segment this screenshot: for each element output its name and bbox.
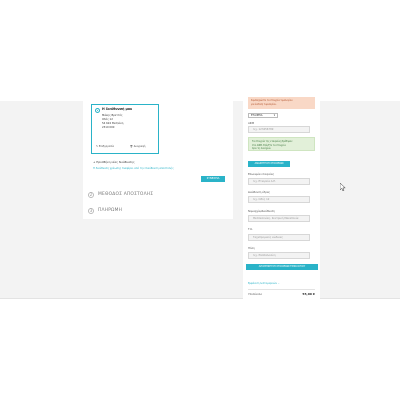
placeholder: π.χ. Εταιρεία Α.Ε.	[253, 180, 276, 183]
placeholder: π.χ. 123456789	[253, 128, 274, 131]
address-radio[interactable]	[95, 108, 100, 113]
address-line: Οδός 12	[102, 118, 113, 121]
address-title: Η διεύθυνσή μου	[102, 107, 133, 111]
show-details-link[interactable]: Εμφάνιση λεπτομερειών ⌄	[248, 282, 280, 285]
field-label: Πόλη	[248, 247, 255, 250]
chevron-down-icon: ⌄	[277, 282, 280, 285]
field-label: Επωνυμία εταιρείας	[248, 173, 275, 176]
subtotal-label: Υποσύνολο	[248, 293, 263, 296]
chevron-down-icon: ▾	[273, 114, 275, 117]
success-text: πριν τη συνέχεια.	[252, 147, 272, 150]
mouse-cursor-icon	[340, 183, 346, 191]
region-input[interactable]: Θεσσαλονίκη, Κεντρική Μακεδονία	[248, 215, 310, 222]
show-details-label: Εμφάνιση λεπτομερειών	[248, 282, 277, 285]
address-line: 54 624 Θεσ/νίκη	[102, 122, 124, 125]
address-line: Μάκης Βρεττός	[102, 114, 123, 117]
placeholder: π.χ. Οδός 12	[253, 198, 270, 201]
section-label: ΠΛΗΡΩΜΗ	[98, 208, 123, 213]
divider	[248, 289, 315, 290]
delete-label: Διαγραφή	[133, 145, 146, 148]
section-payment[interactable]: 3 ΠΛΗΡΩΜΗ	[88, 208, 218, 216]
placeholder: Ταχυδρομικός κώδικας	[253, 236, 284, 239]
field-label: Διεύθυνση έδρας	[248, 191, 271, 194]
address-actions: ✎ Επεξεργασία 🗑 Διαγραφή	[96, 145, 158, 149]
company-address-input[interactable]: π.χ. Οδός 12	[248, 196, 310, 203]
shipping-address-panel: Η διεύθυνσή μου Μάκης Βρεττός Οδός 12 54…	[83, 101, 233, 219]
add-new-address-link[interactable]: + Προσθήκη νέας διεύθυνσης	[93, 160, 135, 164]
company-name-input[interactable]: π.χ. Εταιρεία Α.Ε.	[248, 178, 310, 185]
document-type-select[interactable]: ΕΤΑΙΡΕΙΑ ▾	[248, 113, 278, 118]
placeholder: π.χ. Θεσσαλονίκη	[253, 254, 276, 257]
invoice-panel: Συμπληρώστε τα στοιχεία τιμολογίου για έ…	[243, 97, 320, 302]
city-input[interactable]: π.χ. Θεσσαλονίκη	[248, 252, 310, 259]
edit-address-link[interactable]: ✎ Επεξεργασία	[96, 145, 114, 148]
address-line: 2310 000	[102, 126, 115, 129]
save-invoice-button[interactable]: ΑΠΟΘΗΚΕΥΣΗ ΣΤΟΙΧΕΙΩΝ ΤΙΜΟΛΟΓΙΟΥ	[246, 264, 318, 270]
invoice-notice: Συμπληρώστε τα στοιχεία τιμολογίου για έ…	[248, 97, 315, 109]
edit-label: Επεξεργασία	[98, 145, 115, 148]
section-shipping-method[interactable]: 2 ΜΕΘΟΔΟΣ ΑΠΟΣΤΟΛΗΣ	[88, 192, 218, 200]
footer-divider	[0, 298, 400, 299]
afm-label: ΑΦΜ	[248, 122, 255, 125]
billing-address-link[interactable]: Η διεύθυνση χρέωσης διαφέρει από την διε…	[93, 167, 174, 170]
postcode-input[interactable]: Ταχυδρομικός κώδικας	[248, 234, 310, 241]
page: Η διεύθυνσή μου Μάκης Βρεττός Οδός 12 54…	[0, 0, 400, 400]
notice-text: Συμπληρώστε τα στοιχεία τιμολογίου	[251, 99, 293, 102]
field-label: Νομαρχία/Διεύθυνση	[248, 210, 275, 213]
step-number: 3	[88, 208, 94, 214]
address-card[interactable]: Η διεύθυνσή μου Μάκης Βρεττός Οδός 12 54…	[91, 104, 159, 154]
placeholder: Θεσσαλονίκη, Κεντρική Μακεδονία	[253, 217, 299, 220]
step-number: 2	[88, 192, 94, 198]
continue-button[interactable]: ΣΥΝΕΧΕΙΑ	[201, 176, 225, 182]
afm-input[interactable]: π.χ. 123456789	[248, 126, 310, 133]
subtotal-value: 55,00 €	[302, 292, 315, 296]
select-value: ΕΤΑΙΡΕΙΑ	[251, 114, 263, 117]
field-label: Τ.Κ.	[248, 228, 253, 231]
lookup-success-message: Τα στοιχεία της εταιρείας βρέθηκαν στο Α…	[248, 137, 315, 151]
notice-text: για έκδοση τιμολογίου.	[251, 103, 277, 106]
section-label: ΜΕΘΟΔΟΣ ΑΠΟΣΤΟΛΗΣ	[98, 192, 154, 197]
search-company-button[interactable]: ΑΝΑΖΗΤΗΣΗ ΣΤΟΙΧΕΙΩΝ	[248, 161, 290, 167]
delete-address-link[interactable]: 🗑 Διαγραφή	[130, 145, 145, 148]
